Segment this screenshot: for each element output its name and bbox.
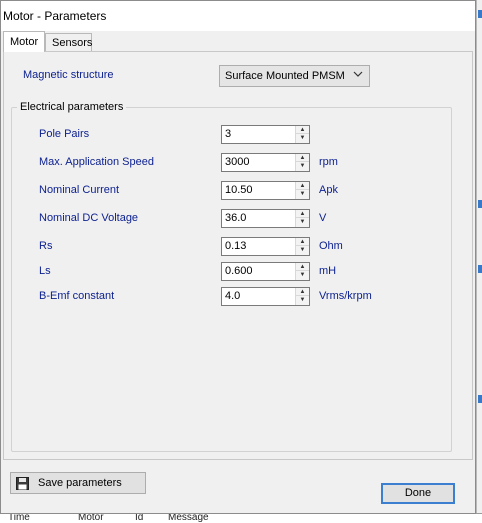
save-parameters-label: Save parameters (38, 477, 122, 489)
triangle-up-icon[interactable]: ▲ (296, 263, 309, 271)
nominal-current-unit: Apk (319, 184, 338, 196)
ls-label: Ls (39, 265, 51, 277)
triangle-down-icon[interactable]: ▼ (296, 296, 309, 304)
triangle-up-icon[interactable]: ▲ (296, 288, 309, 296)
magnetic-structure-select[interactable]: Surface Mounted PMSM (219, 65, 370, 87)
bemf-constant-value: 4.0 (225, 290, 241, 302)
max-speed-unit: rpm (319, 156, 338, 168)
nominal-dc-voltage-unit: V (319, 212, 327, 224)
triangle-up-icon[interactable]: ▲ (296, 126, 309, 134)
rs-unit: Ohm (319, 240, 343, 252)
nominal-current-value: 10.50 (225, 184, 253, 196)
stepper-buttons: ▲ ▼ (295, 210, 309, 227)
triangle-down-icon[interactable]: ▼ (296, 190, 309, 198)
nominal-current-label: Nominal Current (39, 184, 120, 196)
window-title: Motor - Parameters (3, 9, 107, 23)
triangle-up-icon[interactable]: ▲ (296, 154, 309, 162)
background-col-id: Id (135, 513, 144, 523)
background-window-right (476, 0, 482, 523)
chevron-down-icon (353, 69, 363, 82)
stepper-buttons: ▲ ▼ (295, 263, 309, 280)
background-marker (478, 10, 482, 18)
save-parameters-button[interactable]: Save parameters (10, 472, 146, 494)
nominal-dc-voltage-value: 36.0 (225, 212, 247, 224)
rs-value: 0.13 (225, 240, 247, 252)
tab-motor[interactable]: Motor (3, 31, 45, 52)
background-marker (478, 395, 482, 403)
nominal-dc-voltage-stepper[interactable]: 36.0 ▲ ▼ (221, 209, 310, 228)
stepper-buttons: ▲ ▼ (295, 126, 309, 143)
done-button[interactable]: Done (381, 483, 455, 504)
title-bar[interactable]: Motor - Parameters (1, 1, 475, 31)
pole-pairs-label: Pole Pairs (39, 128, 90, 140)
bemf-constant-label: B-Emf constant (39, 290, 115, 302)
motor-parameters-dialog: Motor - Parameters Motor Sensors Magneti… (0, 0, 476, 514)
ls-unit: mH (319, 265, 337, 277)
triangle-down-icon[interactable]: ▼ (296, 246, 309, 254)
pole-pairs-stepper[interactable]: 3 ▲ ▼ (221, 125, 310, 144)
ls-value: 0.600 (225, 265, 253, 277)
rs-label: Rs (39, 240, 53, 252)
magnetic-structure-value: Surface Mounted PMSM (225, 70, 345, 82)
stepper-buttons: ▲ ▼ (295, 288, 309, 305)
triangle-down-icon[interactable]: ▼ (296, 134, 309, 142)
nominal-current-stepper[interactable]: 10.50 ▲ ▼ (221, 181, 310, 200)
nominal-dc-voltage-label: Nominal DC Voltage (39, 212, 139, 224)
tab-sensors[interactable]: Sensors (45, 33, 92, 52)
triangle-up-icon[interactable]: ▲ (296, 182, 309, 190)
triangle-up-icon[interactable]: ▲ (296, 238, 309, 246)
stepper-buttons: ▲ ▼ (295, 182, 309, 199)
max-speed-label: Max. Application Speed (39, 156, 154, 168)
max-speed-stepper[interactable]: 3000 ▲ ▼ (221, 153, 310, 172)
pole-pairs-value: 3 (225, 128, 232, 140)
background-marker (478, 265, 482, 273)
rs-stepper[interactable]: 0.13 ▲ ▼ (221, 237, 310, 256)
magnetic-structure-label: Magnetic structure (23, 69, 114, 81)
triangle-down-icon[interactable]: ▼ (296, 162, 309, 170)
electrical-parameters-title: Electrical parameters (17, 101, 127, 113)
stepper-buttons: ▲ ▼ (295, 154, 309, 171)
max-speed-value: 3000 (225, 156, 250, 168)
background-col-message: Message (168, 513, 209, 523)
bemf-constant-unit: Vrms/krpm (319, 290, 372, 302)
background-log-table-header: Time Motor Id Message (0, 513, 482, 523)
stepper-buttons: ▲ ▼ (295, 238, 309, 255)
triangle-up-icon[interactable]: ▲ (296, 210, 309, 218)
background-col-motor: Motor (78, 513, 104, 523)
floppy-disk-icon (16, 477, 29, 490)
bemf-constant-stepper[interactable]: 4.0 ▲ ▼ (221, 287, 310, 306)
ls-stepper[interactable]: 0.600 ▲ ▼ (221, 262, 310, 281)
background-marker (478, 200, 482, 208)
background-col-time: Time (8, 513, 30, 523)
triangle-down-icon[interactable]: ▼ (296, 271, 309, 279)
triangle-down-icon[interactable]: ▼ (296, 218, 309, 226)
